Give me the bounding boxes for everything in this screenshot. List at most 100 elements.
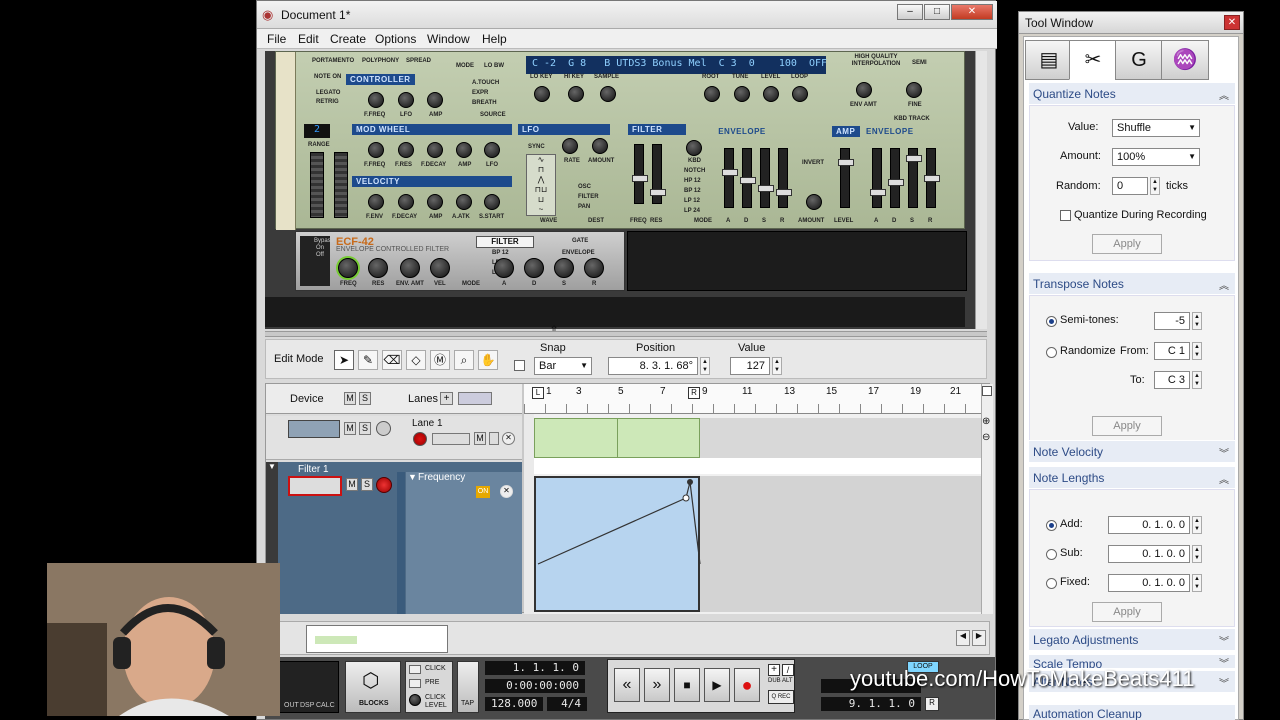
sequencer-vertical-scrollbar[interactable]: ⊕ ⊖ (981, 384, 993, 614)
lfo-waveform-selector[interactable]: ∿ ⊓ ⋀ ⊓⊔ ⊔ ~ (526, 154, 556, 216)
ecf-vel-knob[interactable] (430, 258, 450, 278)
value-field[interactable]: 127 (730, 357, 770, 375)
ecf-a-knob[interactable] (494, 258, 514, 278)
menu-create[interactable]: Create (330, 32, 366, 46)
click-toggle[interactable] (409, 665, 421, 674)
song-time-display[interactable]: 0:00:00:000 (485, 679, 585, 693)
timeline-ruler[interactable]: L R 1 3 5 7 9 11 13 15 17 19 21 (524, 384, 982, 414)
sub-radio[interactable] (1046, 549, 1057, 560)
track-row[interactable]: M S Lane 1 M ✕ (266, 416, 522, 460)
transpose-apply-button[interactable]: Apply (1092, 416, 1162, 436)
tool-window-close-icon[interactable]: ✕ (1224, 15, 1240, 30)
pre-toggle[interactable] (409, 679, 421, 688)
value-spinner[interactable]: ▲ ▼ (772, 357, 782, 375)
automation-delete-icon[interactable]: ✕ (500, 485, 513, 498)
filter-solo-button[interactable]: S (361, 478, 373, 491)
scroll-right-icon[interactable]: ▶ (972, 630, 986, 646)
amp-a-fader[interactable] (870, 148, 886, 208)
track-input-icon[interactable] (376, 421, 391, 436)
scroll-corner-icon[interactable] (982, 386, 992, 396)
automation-lane[interactable] (534, 476, 982, 612)
automation-lane-header[interactable]: ▼ Frequency ON ✕ (406, 472, 522, 614)
magnify-tool-icon[interactable]: ⌕ (454, 350, 474, 370)
edit-mode-label[interactable]: Edit Mode (274, 353, 324, 365)
fixed-spinner[interactable]: ▲ ▼ (1192, 574, 1202, 592)
mw-lfo-knob[interactable] (484, 142, 500, 158)
quantize-header[interactable]: Quantize Notes ︽ (1029, 82, 1235, 104)
from-spinner[interactable]: ▲ ▼ (1192, 342, 1202, 360)
lane-dropdown[interactable] (432, 433, 470, 445)
env-amt-knob[interactable] (856, 82, 872, 98)
to-field[interactable]: C 3 (1154, 371, 1190, 389)
vel-sstart-knob[interactable] (484, 194, 500, 210)
select-tool-icon[interactable]: ➤ (334, 350, 354, 370)
mw-fres-knob[interactable] (398, 142, 414, 158)
sub-spinner[interactable]: ▲ ▼ (1192, 545, 1202, 563)
lo-key-knob[interactable] (534, 86, 550, 102)
quantize-amount-dropdown[interactable]: 100% (1112, 148, 1200, 166)
menu-edit[interactable]: Edit (298, 32, 319, 46)
quantize-during-rec-checkbox[interactable] (1060, 210, 1071, 221)
randomize-radio[interactable] (1046, 347, 1057, 358)
ecf-s-knob[interactable] (554, 258, 574, 278)
fast-forward-button[interactable]: » (644, 668, 670, 702)
automation-param-name[interactable]: Frequency (418, 472, 465, 483)
quantize-random-spinner[interactable]: ▲ ▼ (1150, 177, 1160, 195)
hand-tool-icon[interactable]: ✋ (478, 350, 498, 370)
vel-amp-knob[interactable] (427, 194, 443, 210)
fine-knob[interactable] (906, 82, 922, 98)
filter-res-fader[interactable] (650, 144, 666, 204)
arrangement-area[interactable]: L R 1 3 5 7 9 11 13 15 17 19 21 (524, 384, 991, 614)
minimize-button[interactable]: – (897, 4, 923, 20)
track-solo-button[interactable]: S (359, 422, 371, 435)
root-knob[interactable] (704, 86, 720, 102)
mod-wheel[interactable] (334, 152, 348, 218)
add-field[interactable]: 0. 1. 0. 0 (1108, 516, 1190, 534)
instrument-tab-icon[interactable]: ▤ (1025, 40, 1073, 80)
ctrl-ffreq-knob[interactable] (368, 92, 384, 108)
quantize-apply-button[interactable]: Apply (1092, 234, 1162, 254)
scroll-left-icon[interactable]: ◀ (956, 630, 970, 646)
tools-tab-icon[interactable]: ✂ (1069, 40, 1117, 80)
blocks-button[interactable]: ⬡ BLOCKS (345, 661, 401, 713)
loop-knob[interactable] (792, 86, 808, 102)
add-lane-icon[interactable]: + (440, 392, 453, 405)
sample-knob[interactable] (600, 86, 616, 102)
sample-tab-icon[interactable]: ♒ (1161, 40, 1209, 80)
automation-curve[interactable] (536, 478, 702, 610)
overview-viewport[interactable] (306, 625, 448, 653)
tempo-display[interactable]: 128.000 (485, 697, 543, 711)
position-field[interactable]: 8. 3. 1. 68° (608, 357, 698, 375)
groove-tab-icon[interactable]: G (1115, 40, 1163, 80)
song-position-display[interactable]: 1. 1. 1. 0 (485, 661, 585, 675)
semitones-field[interactable]: -5 (1154, 312, 1190, 330)
lane1-name[interactable]: Lane 1 (412, 418, 443, 429)
mute-tool-icon[interactable]: Ⓜ (430, 350, 450, 370)
hi-key-knob[interactable] (568, 86, 584, 102)
lfo-rate-knob[interactable] (562, 138, 578, 154)
lane-record-button[interactable] (413, 432, 427, 446)
filter-env-r-fader[interactable] (776, 148, 792, 208)
header-mute-button[interactable]: M (344, 392, 356, 405)
amp-d-fader[interactable] (888, 148, 904, 208)
title-bar[interactable]: ◉ Document 1* – □ ✕ (257, 1, 997, 29)
menu-options[interactable]: Options (375, 32, 416, 46)
lane-mute-button[interactable]: M (474, 432, 486, 445)
automation-collapse-icon[interactable]: ▼ (408, 472, 417, 482)
filter-env-d-fader[interactable] (740, 148, 756, 208)
automation-cleanup-header[interactable]: Automation Cleanup (1029, 704, 1235, 720)
eraser-tool-icon[interactable]: ⌫ (382, 350, 402, 370)
snap-checkbox[interactable] (514, 360, 525, 371)
ecf-bypass-switch[interactable]: Bypass On Off (300, 236, 334, 286)
tool-window-title-bar[interactable]: Tool Window ✕ (1019, 12, 1243, 34)
filter-track[interactable]: ▼ Filter 1 M S ▼ Frequency ON ✕ (266, 462, 522, 614)
ecf-freq-knob[interactable] (338, 258, 358, 278)
automation-point[interactable] (682, 494, 690, 502)
rewind-button[interactable]: « (614, 668, 640, 702)
close-button[interactable]: ✕ (951, 4, 993, 20)
filter-env-amount-knob[interactable] (806, 194, 822, 210)
pitch-wheel[interactable] (310, 152, 324, 218)
note-lengths-header[interactable]: Note Lengths ︽ (1029, 466, 1235, 488)
maximize-button[interactable]: □ (924, 4, 950, 20)
ecf-res-knob[interactable] (368, 258, 388, 278)
